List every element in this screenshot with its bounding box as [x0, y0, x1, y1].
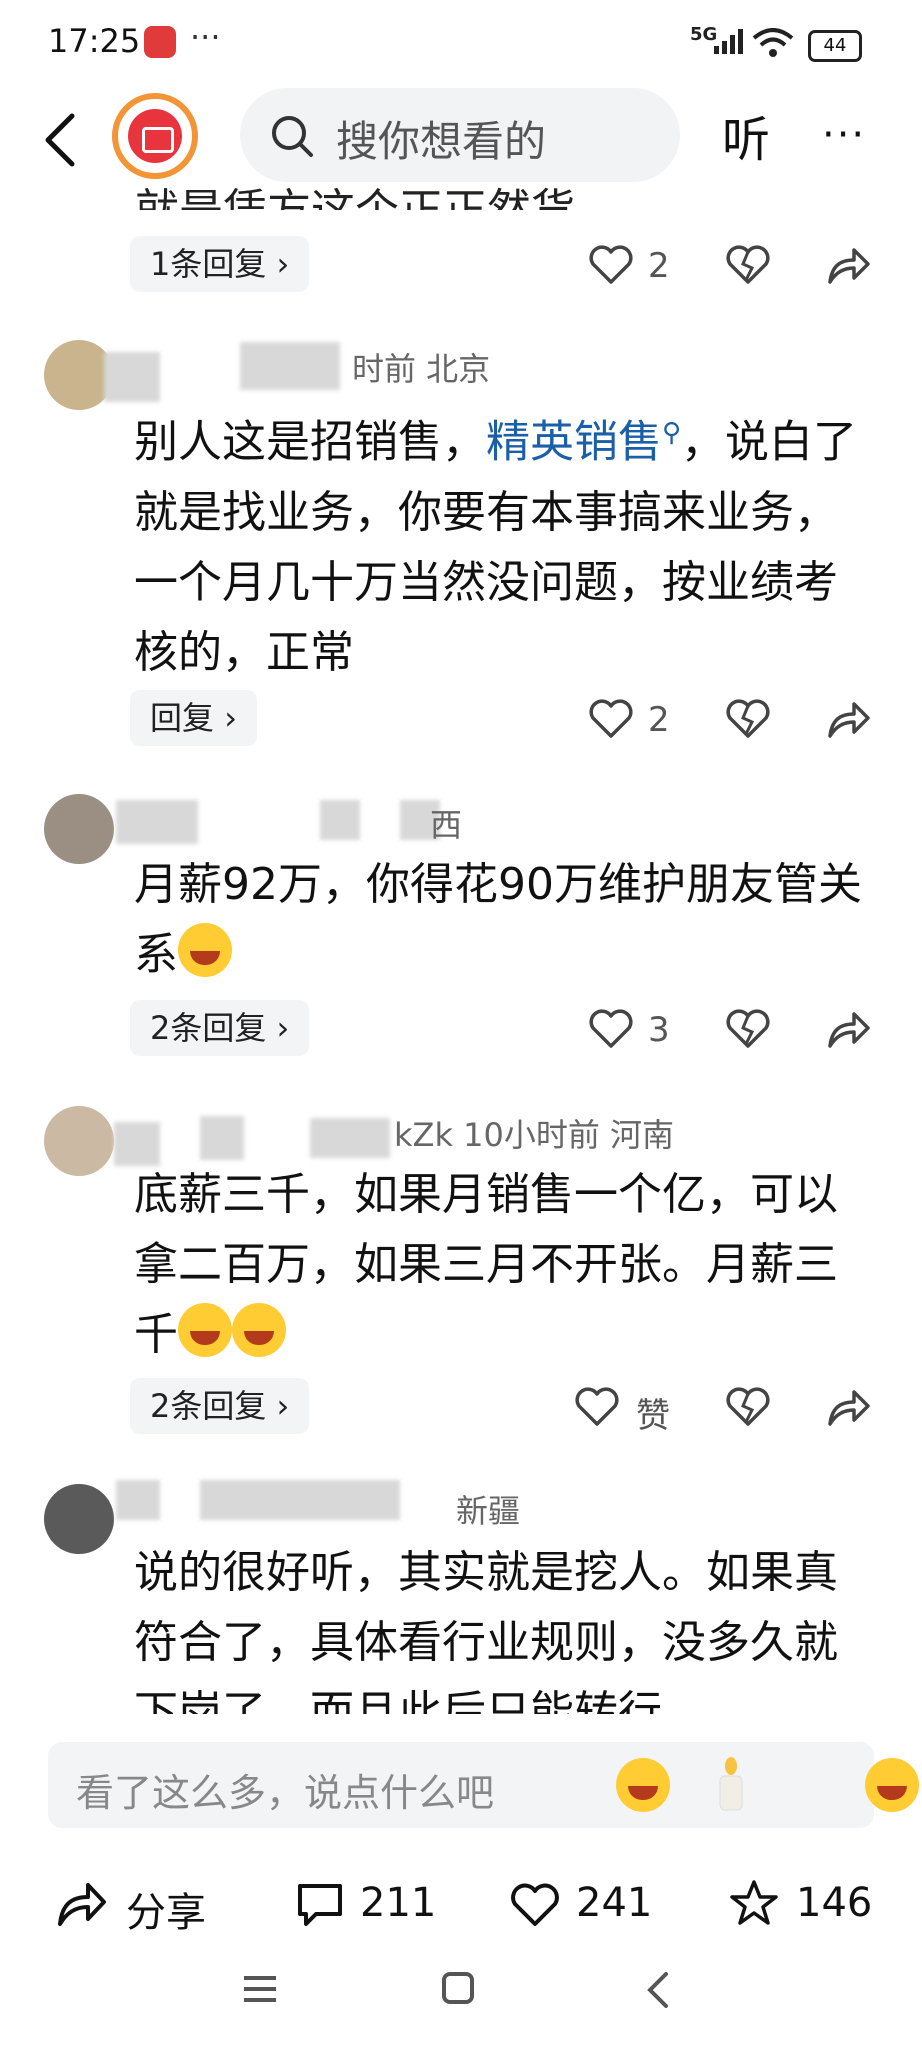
comment-input[interactable]: 看了这么多，说点什么吧: [48, 1742, 920, 1828]
search-bar[interactable]: 搜你想看的: [240, 88, 680, 182]
comment-icon[interactable]: [294, 1880, 346, 1930]
comment-meta: 西: [430, 806, 463, 844]
crying-laugh-emoji-button[interactable]: [616, 1758, 670, 1812]
favorite-count[interactable]: 146: [796, 1880, 872, 1926]
like-icon[interactable]: [574, 1386, 620, 1428]
username-blurred: [104, 352, 160, 402]
status-more-dots: ···: [190, 18, 221, 56]
laughing-emoji-icon: [178, 923, 232, 977]
username-blurred: [116, 1480, 160, 1520]
keyword-link[interactable]: 精英销售: [486, 417, 662, 468]
avatar[interactable]: [44, 1484, 114, 1554]
like-count: 2: [648, 246, 670, 286]
back-button[interactable]: [38, 110, 82, 170]
like-count[interactable]: 241: [576, 1880, 652, 1926]
share-icon[interactable]: [826, 1008, 870, 1050]
laughing-emoji-icon: [232, 1303, 286, 1357]
avatar[interactable]: [44, 794, 114, 864]
username-blurred: [200, 1116, 244, 1160]
username-blurred: [116, 800, 198, 844]
username-blurred: [310, 1118, 390, 1158]
comment-meta: kZk 10小时前 河南: [394, 1116, 675, 1154]
share-icon[interactable]: [56, 1880, 108, 1928]
status-bar: 17:25 ··· 5G 44: [0, 0, 922, 90]
like-count: 2: [648, 700, 670, 740]
dislike-icon[interactable]: [726, 1386, 770, 1428]
comment-text: 别人这是招销售，精英销售⚲，说白了就是找业务，你要有本事搞来业务，一个月几十万当…: [134, 416, 858, 678]
like-count: 3: [648, 1010, 670, 1050]
star-icon[interactable]: [728, 1878, 780, 1928]
app-notification-icon: [144, 26, 176, 58]
username-blurred: [320, 800, 360, 840]
signal-icon: [714, 29, 743, 54]
laughing-emoji-icon: [178, 1303, 232, 1357]
battery-indicator: 44: [808, 30, 862, 62]
menu-icon[interactable]: [240, 1972, 280, 2006]
like-icon[interactable]: [588, 1008, 634, 1050]
comment-count[interactable]: 211: [360, 1880, 436, 1926]
username-blurred: [240, 342, 340, 390]
home-icon[interactable]: [440, 1970, 476, 2006]
back-icon[interactable]: [644, 1970, 672, 2010]
username-blurred: [200, 1480, 400, 1520]
reply-button[interactable]: 回复 ›: [130, 690, 257, 746]
reply-count-button[interactable]: 2条回复 ›: [130, 1000, 310, 1056]
search-icon: [272, 116, 313, 157]
search-placeholder: 搜你想看的: [336, 117, 547, 166]
more-options-button[interactable]: ···: [822, 112, 866, 158]
laughing-emoji-button[interactable]: [865, 1758, 920, 1812]
candle-emoji-button[interactable]: [714, 1756, 748, 1812]
comment-text: 底薪三千，如果月销售一个亿，可以拿二百万，如果三月不开张。月薪三千: [134, 1169, 838, 1360]
like-icon[interactable]: [510, 1882, 560, 1928]
dislike-icon[interactable]: [726, 1008, 770, 1050]
wifi-icon: [752, 28, 794, 57]
comment-text-cut: 就是凭方这个正正然货: [135, 172, 815, 210]
logo-icon: [128, 109, 182, 163]
comment-text: 说的很好听，其实就是挖人。如果真符合了，具体看行业规则，没多久就下岗了，而且此后…: [134, 1547, 838, 1714]
share-icon[interactable]: [826, 244, 870, 286]
like-label: 赞: [636, 1396, 670, 1436]
comment-text-clip: 说的很好听，其实就是挖人。如果真符合了，具体看行业规则，没多久就下岗了，而且此后…: [134, 1538, 894, 1714]
dislike-icon[interactable]: [726, 698, 770, 740]
like-icon[interactable]: [588, 244, 634, 286]
comment-text: 月薪92万，你得花90万维护朋友管关系: [134, 859, 862, 980]
share-icon[interactable]: [826, 698, 870, 740]
share-icon[interactable]: [826, 1386, 870, 1428]
channel-logo[interactable]: [112, 93, 198, 179]
avatar[interactable]: [44, 1106, 114, 1176]
reply-count-button[interactable]: 1条回复 ›: [130, 236, 310, 292]
comment-meta: 时前 北京: [352, 350, 491, 388]
share-button[interactable]: 分享: [126, 1880, 206, 1938]
status-time: 17:25: [48, 22, 141, 60]
reply-count-button[interactable]: 2条回复 ›: [130, 1378, 310, 1434]
comment-placeholder: 看了这么多，说点什么吧: [76, 1771, 495, 1815]
dislike-icon[interactable]: [726, 244, 770, 286]
comment-meta: 新疆: [456, 1492, 521, 1530]
search-icon: ⚲: [662, 418, 682, 448]
like-icon[interactable]: [588, 698, 634, 740]
listen-button[interactable]: 听: [722, 100, 770, 170]
